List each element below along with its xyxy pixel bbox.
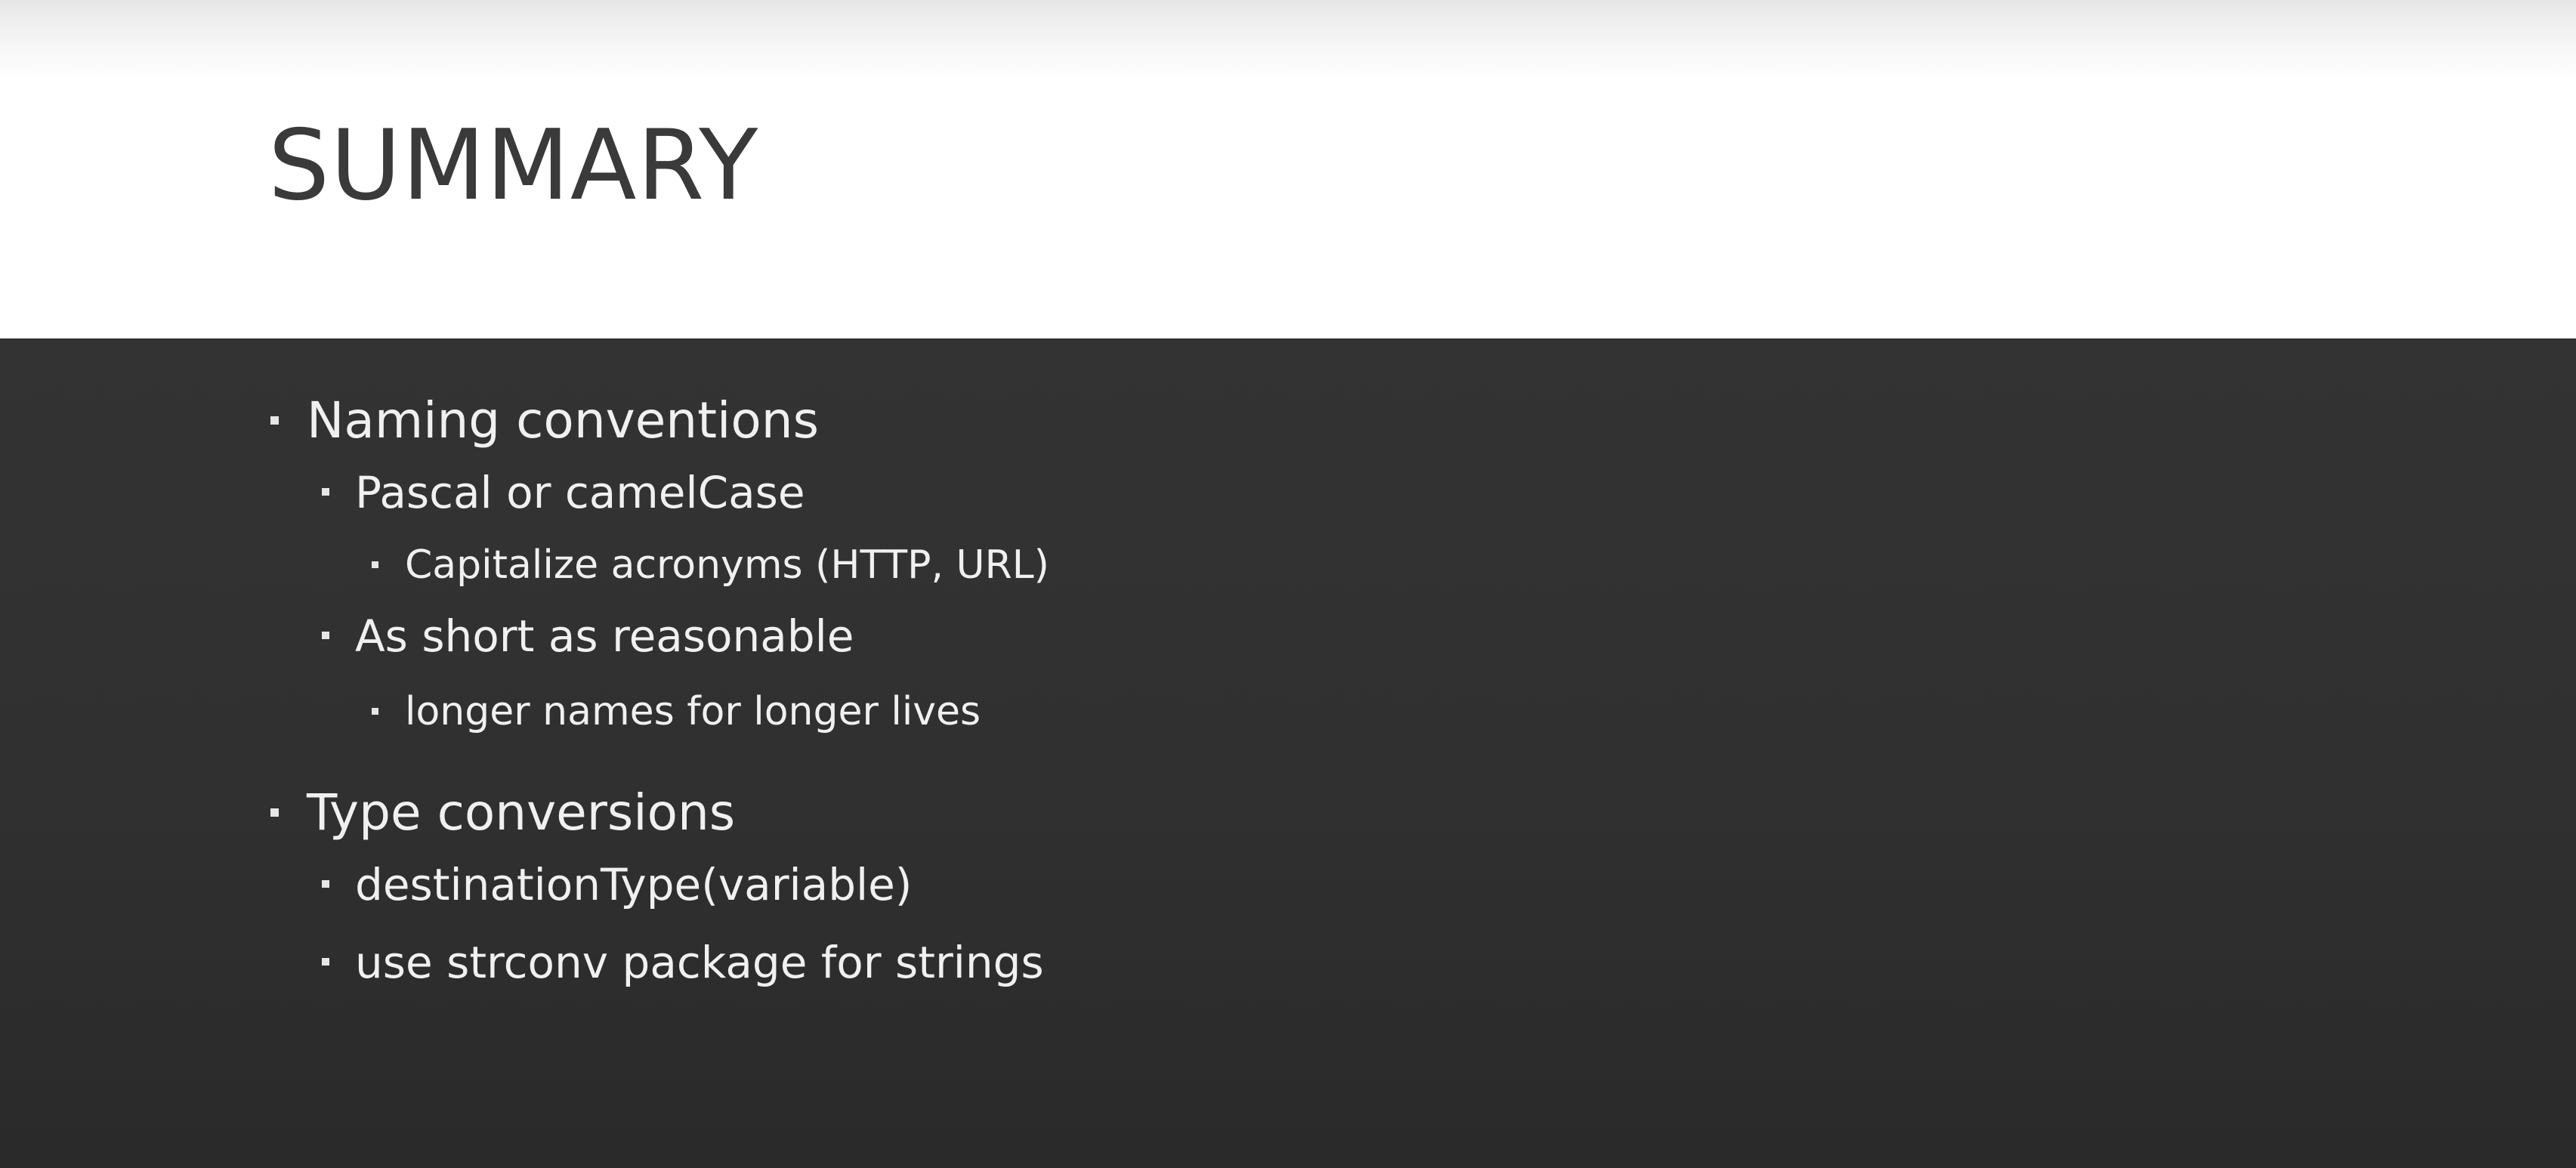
slide: SUMMARY Naming conventions Pascal or cam…	[0, 0, 2576, 1168]
bullet-dot-icon	[372, 561, 378, 568]
bullet-type-conversions: Type conversions	[270, 783, 736, 843]
bullet-text: As short as reasonable	[355, 610, 854, 662]
bullet-naming-conventions: Naming conventions	[270, 391, 819, 451]
bullet-dot-icon	[372, 708, 378, 715]
bullet-dot-icon	[270, 808, 279, 817]
bullet-dot-icon	[322, 488, 329, 496]
slide-title: SUMMARY	[268, 110, 759, 222]
title-area: SUMMARY	[0, 0, 2576, 338]
bullet-text: use strconv package for strings	[355, 937, 1044, 988]
bullet-dot-icon	[322, 632, 329, 639]
bullet-longer-names: longer names for longer lives	[372, 688, 981, 736]
bullet-destination-type: destinationType(variable)	[322, 857, 913, 912]
bullet-text: destinationType(variable)	[355, 859, 913, 910]
bullet-text: longer names for longer lives	[405, 689, 981, 734]
bullet-use-strconv: use strconv package for strings	[322, 935, 1044, 990]
bullet-pascal-or-camelcase: Pascal or camelCase	[322, 465, 805, 520]
bullet-dot-icon	[270, 416, 279, 425]
content-area	[0, 338, 2576, 1168]
bullet-dot-icon	[322, 958, 329, 966]
bullet-text: Pascal or camelCase	[355, 467, 805, 518]
bullet-capitalize-acronyms: Capitalize acronyms (HTTP, URL)	[372, 541, 1049, 589]
bullet-text: Capitalize acronyms (HTTP, URL)	[405, 542, 1049, 588]
bullet-dot-icon	[322, 880, 329, 888]
bullet-as-short-as-reasonable: As short as reasonable	[322, 609, 854, 663]
bullet-text: Naming conventions	[307, 391, 819, 450]
bullet-text: Type conversions	[307, 783, 736, 842]
